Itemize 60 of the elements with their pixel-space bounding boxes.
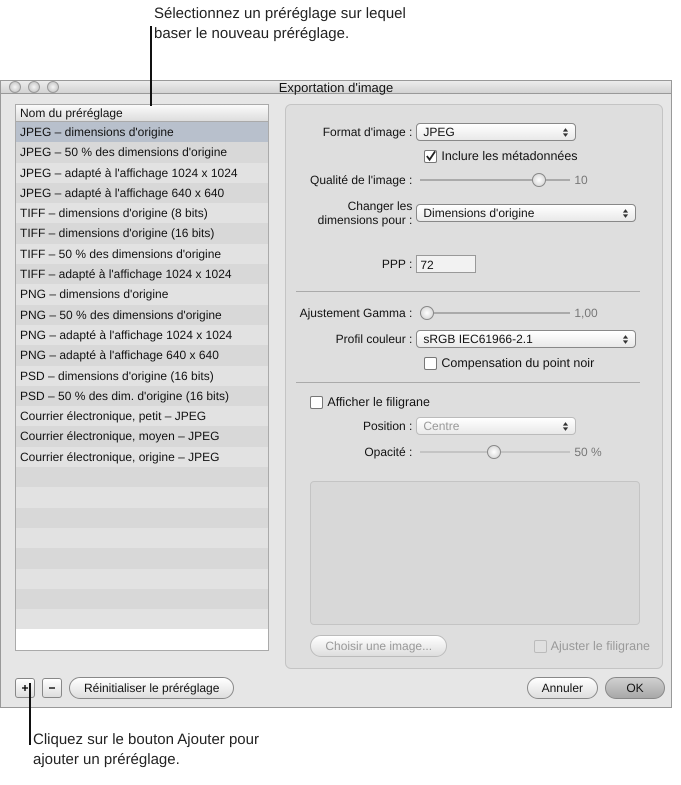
- preset-item[interactable]: JPEG – dimensions d'origine: [16, 122, 268, 142]
- input-field[interactable]: 72: [416, 255, 476, 273]
- close-icon[interactable]: [9, 81, 21, 93]
- preset-item[interactable]: Courrier électronique, petit – JPEG: [16, 406, 268, 426]
- preset-item[interactable]: TIFF – dimensions d'origine (16 bits): [16, 223, 268, 244]
- preset-item[interactable]: TIFF – adapté à l'affichage 1024 x 1024: [16, 264, 268, 284]
- slider-value: 10: [574, 173, 588, 187]
- setting-label: Position :: [362, 419, 414, 433]
- setting-label: Qualité de l'image :: [309, 173, 414, 187]
- dropdown[interactable]: Dimensions d'origine: [416, 204, 636, 222]
- updown-arrows-icon: [562, 126, 570, 138]
- preset-item[interactable]: PNG – dimensions d'origine: [16, 284, 268, 305]
- minimize-icon[interactable]: [28, 81, 40, 93]
- checkbox[interactable]: [310, 396, 324, 408]
- window-title: Exportation d'image: [278, 80, 394, 94]
- slider[interactable]: [420, 173, 570, 187]
- column-header[interactable]: Nom du préréglage: [16, 105, 268, 122]
- setting-label: PPP :: [380, 257, 414, 271]
- preset-item[interactable]: TIFF – 50 % des dimensions d'origine: [16, 244, 268, 264]
- cancel-button[interactable]: Annuler: [526, 677, 598, 699]
- dropdown[interactable]: sRGB IEC61966-2.1: [416, 330, 636, 348]
- updown-arrows-icon: [622, 208, 630, 218]
- setting-label: Opacité :: [363, 445, 414, 459]
- ok-button[interactable]: OK: [605, 677, 665, 699]
- slider-thumb[interactable]: [420, 306, 434, 320]
- callout-text: Cliquez sur le bouton Ajouter pour ajouter un préréglage.: [33, 730, 260, 770]
- callout-text: Sélectionnez un préréglage sur lequel baser le nouveau préréglage.: [153, 4, 407, 44]
- updown-arrows-icon: [562, 420, 570, 432]
- checkbox[interactable]: [424, 150, 438, 162]
- slider-value: 50 %: [574, 445, 602, 459]
- preset-item[interactable]: PNG – adapté à l'affichage 640 x 640: [16, 345, 268, 366]
- setting-label: Changer les dimensions pour :: [316, 199, 414, 227]
- updown-arrows-icon: [622, 334, 630, 344]
- setting-label: Ajustement Gamma :: [298, 306, 414, 320]
- preset-item[interactable]: Courrier électronique, origine – JPEG: [16, 446, 268, 468]
- preset-item[interactable]: PSD – dimensions d'origine (16 bits): [16, 366, 268, 386]
- preset-item[interactable]: JPEG – adapté à l'affichage 1024 x 1024: [16, 162, 268, 183]
- checkbox[interactable]: [424, 356, 438, 370]
- dropdown[interactable]: JPEG: [416, 123, 576, 141]
- preset-item[interactable]: PNG – adapté à l'affichage 1024 x 1024: [16, 324, 268, 346]
- preset-item[interactable]: JPEG – adapté à l'affichage 640 x 640: [16, 182, 268, 204]
- slider-value: 1,00: [574, 306, 598, 320]
- setting-label: Profil couleur :: [334, 332, 414, 346]
- preset-item[interactable]: JPEG – 50 % des dimensions d'origine: [16, 142, 268, 163]
- preset-item[interactable]: TIFF – dimensions d'origine (8 bits): [16, 203, 268, 224]
- slider[interactable]: [420, 306, 570, 320]
- zoom-icon[interactable]: [47, 81, 59, 93]
- preset-item[interactable]: PSD – 50 % des dim. d'origine (16 bits): [16, 386, 268, 406]
- preset-item[interactable]: PNG – 50 % des dimensions d'origine: [16, 304, 268, 325]
- checkbox-label: Inclure les métadonnées: [441, 149, 578, 163]
- reset-button[interactable]: Réinitialiser le préréglage: [69, 677, 234, 699]
- checkbox-label: Afficher le filigrane: [327, 395, 430, 409]
- remove-button[interactable]: −: [42, 678, 62, 698]
- slider-thumb[interactable]: [532, 173, 546, 187]
- preset-item[interactable]: Courrier électronique, moyen – JPEG: [16, 426, 268, 447]
- checkbox-label: Compensation du point noir: [441, 356, 594, 370]
- add-button[interactable]: +: [15, 678, 35, 698]
- leader-line: [29, 683, 31, 745]
- setting-label: Format d'image :: [322, 125, 414, 139]
- checkbox-label: Ajuster le filigrane: [550, 639, 650, 653]
